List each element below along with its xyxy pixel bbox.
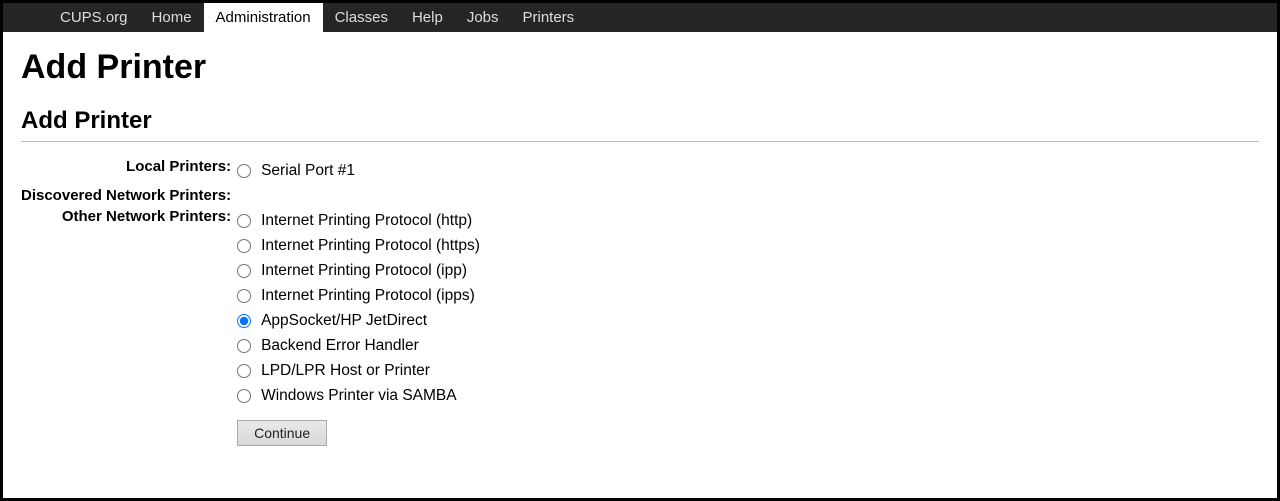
nav-classes[interactable]: Classes bbox=[323, 3, 400, 32]
option-label: Windows Printer via SAMBA bbox=[261, 387, 457, 405]
nav-jobs[interactable]: Jobs bbox=[455, 3, 511, 32]
option-appsocket-jetdirect[interactable]: AppSocket/HP JetDirect bbox=[237, 308, 480, 333]
continue-button[interactable]: Continue bbox=[237, 420, 327, 446]
option-ipps[interactable]: Internet Printing Protocol (ipps) bbox=[237, 283, 480, 308]
navbar: CUPS.org Home Administration Classes Hel… bbox=[3, 3, 1277, 32]
option-ipp-https[interactable]: Internet Printing Protocol (https) bbox=[237, 233, 480, 258]
option-lpd-lpr[interactable]: LPD/LPR Host or Printer bbox=[237, 358, 480, 383]
option-windows-samba[interactable]: Windows Printer via SAMBA bbox=[237, 383, 480, 408]
radio-ipp-https[interactable] bbox=[237, 239, 251, 253]
radio-lpd-lpr[interactable] bbox=[237, 364, 251, 378]
option-ipp-http[interactable]: Internet Printing Protocol (http) bbox=[237, 208, 480, 233]
nav-administration[interactable]: Administration bbox=[204, 3, 323, 32]
nav-home[interactable]: Home bbox=[140, 3, 204, 32]
nav-help[interactable]: Help bbox=[400, 3, 455, 32]
option-serial-port-1[interactable]: Serial Port #1 bbox=[237, 158, 480, 183]
option-label: Backend Error Handler bbox=[261, 337, 419, 355]
section-title: Add Printer bbox=[21, 107, 1259, 135]
option-ipp[interactable]: Internet Printing Protocol (ipp) bbox=[237, 258, 480, 283]
radio-windows-samba[interactable] bbox=[237, 389, 251, 403]
add-printer-form: Local Printers: Serial Port #1 Discovere… bbox=[21, 156, 480, 448]
radio-ipp-http[interactable] bbox=[237, 214, 251, 228]
page-title: Add Printer bbox=[21, 48, 1259, 87]
option-label: Internet Printing Protocol (ipps) bbox=[261, 287, 475, 305]
option-backend-error-handler[interactable]: Backend Error Handler bbox=[237, 333, 480, 358]
option-label: Serial Port #1 bbox=[261, 162, 355, 180]
option-label: Internet Printing Protocol (ipp) bbox=[261, 262, 467, 280]
label-local-printers: Local Printers: bbox=[21, 156, 237, 185]
option-label: LPD/LPR Host or Printer bbox=[261, 362, 430, 380]
option-label: Internet Printing Protocol (https) bbox=[261, 237, 480, 255]
label-other-network-printers: Other Network Printers: bbox=[21, 206, 237, 410]
radio-ipps[interactable] bbox=[237, 289, 251, 303]
option-label: Internet Printing Protocol (http) bbox=[261, 212, 472, 230]
section-divider bbox=[21, 141, 1259, 142]
radio-serial-port-1[interactable] bbox=[237, 164, 251, 178]
radio-ipp[interactable] bbox=[237, 264, 251, 278]
nav-printers[interactable]: Printers bbox=[511, 3, 587, 32]
nav-cups-org[interactable]: CUPS.org bbox=[48, 3, 140, 32]
radio-appsocket-jetdirect[interactable] bbox=[237, 314, 251, 328]
option-label: AppSocket/HP JetDirect bbox=[261, 312, 427, 330]
label-discovered-network-printers: Discovered Network Printers: bbox=[21, 185, 237, 206]
radio-backend-error-handler[interactable] bbox=[237, 339, 251, 353]
